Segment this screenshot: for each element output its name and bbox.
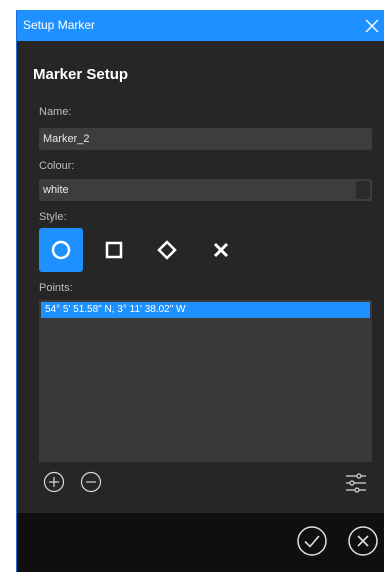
minus-circle-icon[interactable]	[80, 471, 102, 493]
style-circle-button[interactable]	[39, 228, 83, 272]
square-icon	[105, 241, 123, 259]
points-label: Points:	[39, 282, 73, 294]
style-cross-button[interactable]	[199, 228, 243, 272]
name-label: Name:	[39, 106, 72, 118]
plus-circle-icon[interactable]	[43, 471, 65, 493]
window-title: Setup Marker	[23, 18, 96, 32]
points-list[interactable]: 54° 5' 51.58" N, 3° 11' 38.02" W	[39, 300, 372, 462]
colour-dropdown-button[interactable]	[356, 181, 370, 199]
circle-icon	[51, 240, 71, 260]
page-title: Marker Setup	[33, 66, 129, 83]
title-bar: Setup Marker	[17, 10, 384, 41]
setup-marker-window: Setup Marker Marker Setup Name: Marker_2…	[16, 10, 384, 572]
name-field[interactable]: Marker_2	[39, 128, 372, 150]
colour-label: Colour:	[39, 160, 75, 172]
cross-icon	[213, 242, 229, 258]
colour-select[interactable]: white	[39, 179, 372, 201]
x-circle-icon[interactable]	[347, 525, 379, 557]
colour-value: white	[43, 184, 69, 196]
sliders-icon[interactable]	[344, 471, 368, 495]
style-square-button[interactable]	[92, 228, 136, 272]
check-circle-icon[interactable]	[296, 525, 328, 557]
close-icon[interactable]	[359, 10, 384, 41]
diamond-icon	[157, 240, 177, 260]
style-label: Style:	[39, 211, 67, 223]
style-diamond-button[interactable]	[145, 228, 189, 272]
dialog-footer	[17, 513, 384, 572]
list-item[interactable]: 54° 5' 51.58" N, 3° 11' 38.02" W	[41, 302, 370, 318]
